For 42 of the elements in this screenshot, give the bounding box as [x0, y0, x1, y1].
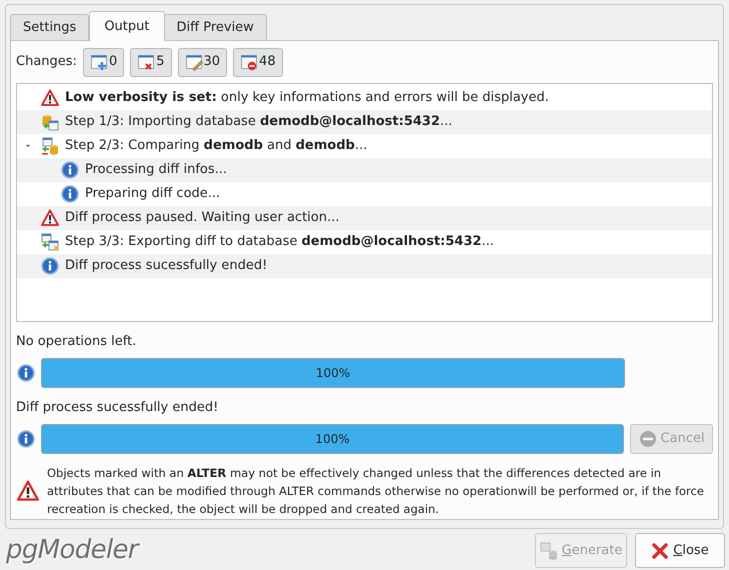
log-message: Low verbosity is set: only key informations and errors will be displayed. — [65, 89, 549, 108]
progress-value: 100% — [314, 365, 352, 382]
log-message: Diff process sucessfully ended! — [65, 257, 268, 276]
info-icon — [17, 430, 35, 448]
log-message: Step 3/3: Exporting diff to database demodb@localhost:5432... — [65, 233, 494, 252]
close-button[interactable]: Close — [635, 533, 725, 568]
log-message: Step 1/3: Importing database demodb@localhost:5432... — [65, 113, 452, 132]
change-count-button[interactable]: 5 — [130, 48, 172, 76]
output-tree[interactable] — [16, 83, 713, 322]
info-icon — [17, 364, 35, 382]
log-message: Processing diff infos... — [85, 161, 228, 180]
tab[interactable]: Output — [89, 11, 164, 41]
info-icon — [61, 185, 79, 203]
warning-icon — [41, 89, 59, 107]
change-count-button[interactable]: 48 — [233, 48, 283, 76]
change-count-button[interactable]: 0 — [82, 48, 124, 76]
tab[interactable]: Settings — [10, 14, 90, 41]
window-pencil-icon — [184, 53, 202, 71]
window-minus-icon — [240, 53, 258, 71]
status-label: Diff process sucessfully ended! — [16, 399, 220, 416]
info-icon — [61, 161, 79, 179]
database-window-icon — [41, 113, 59, 131]
log-message: Preparing diff code... — [85, 185, 220, 204]
logo: pgModeler — [5, 535, 138, 565]
alter-note: Objects marked with an ALTER may not be effectively changed unless that the differences detected are in attributes that can be modified through ALTER commands otherwise no operationwill be performed or, if the force recreation is checked, the object will be dropped and created again. — [47, 465, 705, 518]
progress-value: 100% — [314, 431, 351, 448]
minus-circle-icon — [638, 430, 657, 448]
status-label: No operations left. — [16, 333, 138, 350]
window-export-icon — [41, 233, 59, 251]
tab[interactable]: Diff Preview — [164, 14, 267, 41]
close-icon — [651, 542, 670, 560]
changes-label: Changes: — [16, 53, 77, 72]
change-count-button[interactable]: 30 — [178, 48, 228, 76]
log-message: Diff process paused. Waiting user action... — [65, 209, 340, 228]
window-cross-icon — [137, 53, 156, 71]
warning-icon — [17, 480, 39, 502]
log-message: Step 2/3: Comparing demodb and demodb... — [65, 137, 368, 156]
info-icon — [41, 257, 59, 275]
window-plus-icon — [90, 53, 108, 71]
database-window-icon — [41, 137, 59, 155]
database-window-icon — [540, 542, 558, 560]
warning-icon — [41, 209, 59, 227]
